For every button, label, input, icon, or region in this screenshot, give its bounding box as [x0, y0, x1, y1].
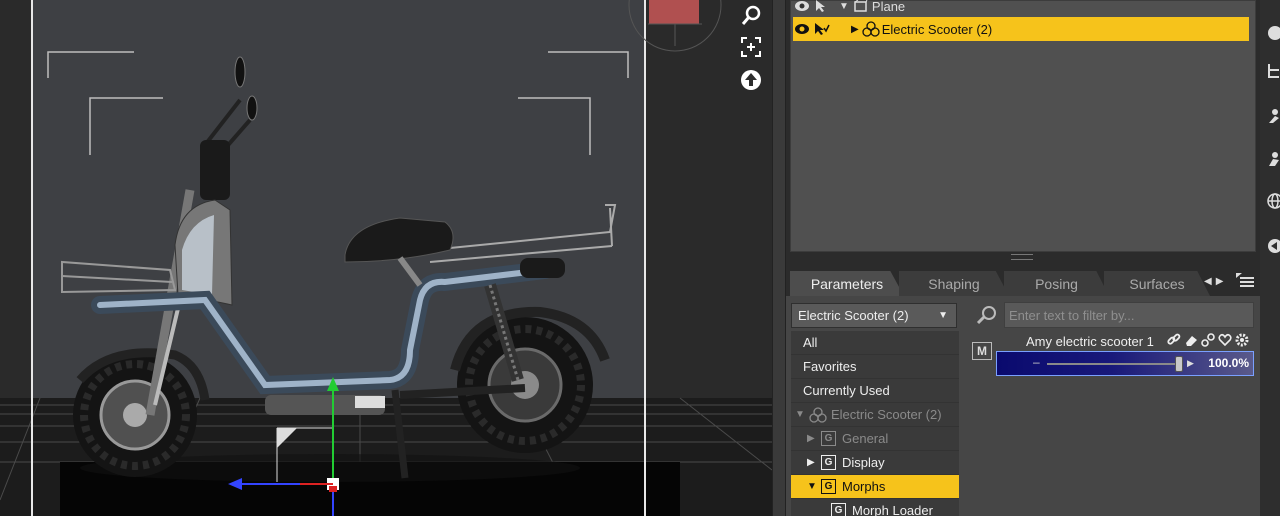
- tab-surfaces[interactable]: Surfaces: [1104, 271, 1210, 296]
- viewport-3d[interactable]: [0, 0, 772, 516]
- selectable-cursor-icon[interactable]: [813, 0, 831, 15]
- expand-arrow-icon[interactable]: ▶: [807, 457, 821, 468]
- parameters-pane: Electric Scooter (2) ▼ All Favorites Cur…: [786, 296, 1260, 516]
- sphere-tool-icon[interactable]: [1264, 24, 1280, 42]
- dropdown-arrow-icon: ▼: [938, 310, 948, 321]
- category-label: Currently Used: [803, 383, 890, 398]
- category-favorites[interactable]: Favorites: [791, 355, 959, 379]
- tree-row-plane[interactable]: ▼ Plane: [793, 0, 1249, 18]
- scene-tree[interactable]: ▼ Plane ▶ Electric Scooter (2): [790, 0, 1256, 252]
- category-general[interactable]: ▶ G General: [791, 427, 959, 451]
- expand-arrow-icon[interactable]: ▼: [839, 1, 849, 12]
- node-selector-dropdown[interactable]: Electric Scooter (2) ▼: [791, 303, 957, 328]
- filter-input[interactable]: [1004, 302, 1254, 328]
- slider-track[interactable]: [1047, 363, 1175, 365]
- right-tool-strip: [1260, 0, 1280, 516]
- frame-tool-icon[interactable]: [737, 33, 765, 61]
- property-icons: [1167, 333, 1249, 350]
- category-morphs[interactable]: ▼ G Morphs: [791, 475, 959, 499]
- decrement-icon[interactable]: –: [1033, 355, 1040, 369]
- group-icon: G: [831, 503, 846, 516]
- increment-icon[interactable]: ▶: [1187, 358, 1194, 369]
- globe-icon[interactable]: [1264, 192, 1280, 210]
- link-icon[interactable]: [1167, 333, 1181, 350]
- visibility-eye-icon[interactable]: [793, 0, 811, 15]
- figure-tool-icon[interactable]: [1264, 150, 1280, 168]
- morph-value-slider[interactable]: – ▶ 100.0%: [996, 351, 1254, 376]
- collapse-arrow-icon[interactable]: ▼: [795, 409, 809, 420]
- tree-label-electric-scooter: Electric Scooter (2): [881, 21, 993, 37]
- share-icon[interactable]: [1264, 237, 1280, 255]
- tab-scroll-arrows-icon[interactable]: ◀▶: [1204, 276, 1227, 287]
- tab-parameters[interactable]: Parameters: [790, 271, 904, 296]
- hierarchy-tool-icon[interactable]: [1264, 62, 1280, 80]
- search-icon[interactable]: [976, 305, 998, 328]
- category-label: Favorites: [803, 359, 857, 374]
- category-label: Display: [842, 455, 885, 470]
- scene-render[interactable]: [0, 0, 772, 516]
- category-currently-used[interactable]: Currently Used: [791, 379, 959, 403]
- category-label: General: [842, 431, 889, 446]
- selectable-cursor-icon[interactable]: [813, 20, 831, 38]
- tree-row-electric-scooter[interactable]: ▶ Electric Scooter (2): [793, 17, 1249, 41]
- pane-tabbar: Parameters Shaping Posing Surfaces ◀▶: [786, 268, 1260, 296]
- chain-icon[interactable]: [1201, 333, 1215, 350]
- morph-badge: M: [972, 342, 992, 360]
- category-electric-scooter[interactable]: ▼ Electric Scooter (2): [791, 403, 959, 427]
- category-label: Morph Loader: [852, 503, 933, 516]
- tab-shaping[interactable]: Shaping: [899, 271, 1009, 296]
- node-selector-value: Electric Scooter (2): [798, 308, 909, 323]
- group-icon: G: [821, 431, 836, 446]
- favorite-heart-icon[interactable]: [1218, 333, 1232, 350]
- pose-tool-icon[interactable]: [1264, 107, 1280, 125]
- tree-resize-handle[interactable]: [1011, 254, 1033, 260]
- property-label: Amy electric scooter 1: [1026, 334, 1154, 349]
- plane-node-icon: [852, 0, 870, 15]
- category-label: Electric Scooter (2): [831, 407, 942, 422]
- category-morph-loader[interactable]: G Morph Loader: [791, 499, 959, 516]
- category-all[interactable]: All: [791, 331, 959, 355]
- visibility-eye-icon[interactable]: [793, 20, 811, 38]
- tab-posing[interactable]: Posing: [1004, 271, 1109, 296]
- zoom-tool-icon[interactable]: [737, 2, 765, 30]
- collapse-arrow-icon[interactable]: ▼: [807, 481, 821, 492]
- eraser-icon[interactable]: [1184, 333, 1198, 350]
- group-icon: G: [821, 455, 836, 470]
- slider-value[interactable]: 100.0%: [1208, 356, 1249, 370]
- category-label: Morphs: [842, 479, 886, 494]
- collapse-arrow-icon[interactable]: ▶: [851, 24, 859, 35]
- group-icon: G: [821, 479, 836, 494]
- tree-label-plane: Plane: [871, 0, 906, 14]
- settings-gear-icon[interactable]: [1235, 333, 1249, 350]
- slider-thumb[interactable]: [1175, 356, 1183, 372]
- figure-group-icon: [862, 20, 880, 38]
- pane-menu-icon[interactable]: [1236, 273, 1254, 292]
- orbit-tool-icon[interactable]: [737, 66, 765, 94]
- category-display[interactable]: ▶ G Display: [791, 451, 959, 475]
- figure-group-icon: [809, 406, 827, 423]
- panel-splitter[interactable]: [772, 0, 786, 516]
- expand-arrow-icon[interactable]: ▶: [807, 433, 821, 444]
- category-label: All: [803, 335, 818, 350]
